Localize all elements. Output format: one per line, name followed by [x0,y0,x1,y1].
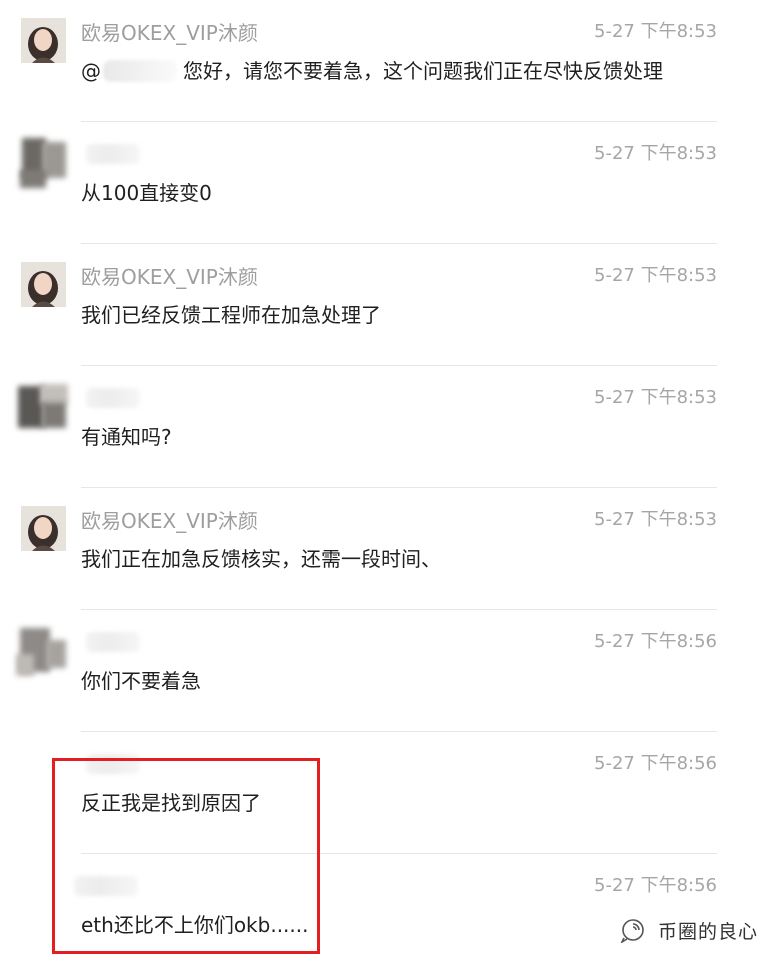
message-time: 5-27 下午8:56 [594,631,717,652]
mention-prefix: @ [81,59,101,83]
message-time: 5-27 下午8:53 [594,387,717,408]
redacted-sender [74,876,138,896]
pixelated-avatar[interactable] [16,136,70,194]
user-avatar-icon [21,506,66,551]
message-text: eth还比不上你们okb...... [81,913,309,937]
user-avatar-icon [21,262,66,307]
chat-message: 欧易OKEX_VIP沐颜 5-27 下午8:53 我们已经反馈工程师在加急处理了 [0,244,774,366]
message-time: 5-27 下午8:53 [594,21,717,42]
redacted-sender [86,632,140,652]
message-text: 从100直接变0 [81,181,212,205]
wechat-official-account-icon [620,919,644,943]
avatar[interactable] [21,262,66,307]
message-time: 5-27 下午8:56 [594,875,717,896]
message-time: 5-27 下午8:53 [594,143,717,164]
redacted-sender [86,144,140,164]
message-text: 有通知吗? [81,425,172,449]
chat-message: 5-27 下午8:56 反正我是找到原因了 [0,732,774,854]
pixelated-avatar[interactable] [16,380,70,438]
message-time: 5-27 下午8:53 [594,509,717,530]
chat-message: 5-27 下午8:56 你们不要着急 [0,610,774,732]
watermark-text: 币圈的良心 [658,920,759,943]
message-text: @ 您好，请您不要着急，这个问题我们正在尽快反馈处理 [81,55,663,84]
avatar[interactable] [21,506,66,551]
chat-message: 欧易OKEX_VIP沐颜 5-27 下午8:53 @ 您好，请您不要着急，这个问题… [0,0,774,122]
sender-name: 欧易OKEX_VIP沐颜 [81,509,258,533]
message-text: 我们已经反馈工程师在加急处理了 [81,303,381,327]
message-text: 反正我是找到原因了 [81,791,261,815]
chat-message: 5-27 下午8:53 有通知吗? [0,366,774,488]
watermark: 币圈的良心 [620,917,758,943]
sender-name: 欧易OKEX_VIP沐颜 [81,21,258,45]
redacted-sender [86,388,140,408]
redacted-mention [103,60,177,82]
sender-name: 欧易OKEX_VIP沐颜 [81,265,258,289]
message-text: 你们不要着急 [81,669,201,693]
chat-message: 5-27 下午8:53 从100直接变0 [0,122,774,244]
pixelated-avatar[interactable] [16,624,70,682]
message-time: 5-27 下午8:53 [594,265,717,286]
redacted-sender [86,754,140,774]
chat-message: 欧易OKEX_VIP沐颜 5-27 下午8:53 我们正在加急反馈核实，还需一段… [0,488,774,610]
user-avatar-icon [21,18,66,63]
message-time: 5-27 下午8:56 [594,753,717,774]
message-text: 我们正在加急反馈核实，还需一段时间、 [81,547,441,571]
chat-message: 5-27 下午8:56 eth还比不上你们okb...... [0,854,774,976]
message-body: 您好，请您不要着急，这个问题我们正在尽快反馈处理 [183,59,663,83]
avatar[interactable] [21,18,66,63]
